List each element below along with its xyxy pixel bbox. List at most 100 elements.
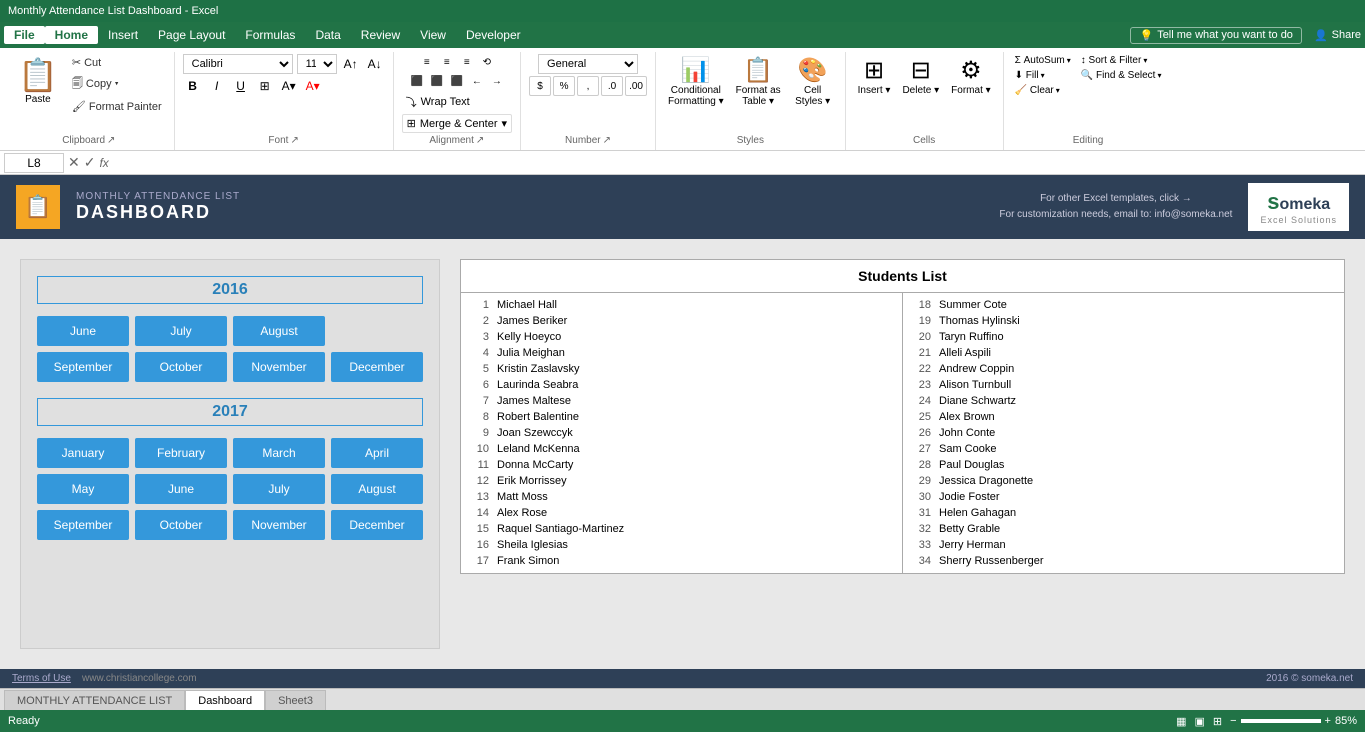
- fill-button[interactable]: ⬇ Fill▾: [1012, 69, 1074, 82]
- zoom-slider[interactable]: [1241, 719, 1321, 723]
- align-top-right-button[interactable]: ≡: [458, 54, 476, 70]
- month-sep-2017[interactable]: September: [37, 510, 129, 540]
- menu-formulas[interactable]: Formulas: [235, 26, 305, 44]
- menu-data[interactable]: Data: [305, 26, 350, 44]
- month-feb-2017[interactable]: February: [135, 438, 227, 468]
- month-apr-2017[interactable]: April: [331, 438, 423, 468]
- cancel-formula-icon[interactable]: ✕: [68, 154, 80, 171]
- year-2017-label: 2017: [37, 398, 423, 426]
- find-select-button[interactable]: 🔍 Find & Select▾: [1078, 69, 1165, 82]
- students-right-col: 18Summer Cote19Thomas Hylinski20Taryn Ru…: [903, 293, 1344, 573]
- menu-developer[interactable]: Developer: [456, 26, 531, 44]
- align-center-button[interactable]: ⬛: [428, 73, 446, 89]
- merge-center-button[interactable]: ⊞ Merge & Center ▾: [402, 114, 512, 133]
- underline-button[interactable]: U: [231, 76, 251, 96]
- currency-button[interactable]: $: [529, 76, 551, 96]
- orientation-button[interactable]: ⟲: [478, 54, 496, 70]
- indent-decrease-button[interactable]: ←: [468, 73, 486, 89]
- decrease-font-button[interactable]: A↓: [365, 54, 385, 74]
- month-oct-2017[interactable]: October: [135, 510, 227, 540]
- copy-button[interactable]: 🗐 Copy ▾: [68, 73, 166, 96]
- cut-button[interactable]: ✂ Cut: [68, 54, 166, 71]
- clipboard-expand-icon[interactable]: ↗: [107, 135, 115, 146]
- delete-button[interactable]: ⊟ Delete ▾: [898, 54, 943, 98]
- font-expand-icon[interactable]: ↗: [290, 135, 298, 146]
- cell-reference-input[interactable]: [4, 153, 64, 173]
- font-name-select[interactable]: Calibri: [183, 54, 293, 74]
- align-left-button[interactable]: ⬛: [408, 73, 426, 89]
- wrap-text-button[interactable]: ⤵ Wrap Text: [402, 92, 512, 112]
- menu-review[interactable]: Review: [351, 26, 410, 44]
- alignment-expand-icon[interactable]: ↗: [476, 135, 484, 146]
- conditional-formatting-button[interactable]: 📊 ConditionalFormatting ▾: [664, 54, 728, 109]
- terms-link[interactable]: Terms of Use: [12, 673, 71, 684]
- menu-insert[interactable]: Insert: [98, 26, 148, 44]
- insert-button[interactable]: ⊞ Insert ▾: [854, 54, 895, 98]
- increase-decimal-button[interactable]: .0: [601, 76, 623, 96]
- paste-button[interactable]: 📋 Paste: [12, 54, 64, 115]
- bold-button[interactable]: B: [183, 76, 203, 96]
- month-jun-2016[interactable]: June: [37, 316, 129, 346]
- menu-home[interactable]: Home: [45, 26, 98, 44]
- share-button[interactable]: 👤 Share: [1314, 29, 1361, 42]
- decrease-decimal-button[interactable]: .00: [625, 76, 647, 96]
- month-aug-2016[interactable]: August: [233, 316, 325, 346]
- month-nov-2017[interactable]: November: [233, 510, 325, 540]
- view-pagebreak-icon[interactable]: ⊞: [1213, 715, 1222, 728]
- format-as-table-button[interactable]: 📋 Format asTable ▾: [732, 54, 785, 109]
- month-jun-2017[interactable]: June: [135, 474, 227, 504]
- month-jul-2016[interactable]: July: [135, 316, 227, 346]
- tab-bar: MONTHLY ATTENDANCE LIST Dashboard Sheet3: [0, 688, 1365, 710]
- percent-button[interactable]: %: [553, 76, 575, 96]
- menu-page-layout[interactable]: Page Layout: [148, 26, 235, 44]
- month-sep-2016[interactable]: September: [37, 352, 129, 382]
- font-size-select[interactable]: 11: [297, 54, 337, 74]
- fill-color-button[interactable]: A▾: [279, 76, 299, 96]
- month-jan-2017[interactable]: January: [37, 438, 129, 468]
- font-row-1: Calibri 11 A↑ A↓: [183, 54, 385, 74]
- font-color-button[interactable]: A▾: [303, 76, 323, 96]
- someka-omeka: omeka: [1280, 196, 1331, 214]
- zoom-in-button[interactable]: +: [1325, 715, 1331, 727]
- number-expand-icon[interactable]: ↗: [603, 135, 611, 146]
- header-banner: 📋 MONTHLY ATTENDANCE LIST DASHBOARD For …: [0, 175, 1365, 239]
- view-layout-icon[interactable]: ▣: [1194, 715, 1204, 728]
- align-top-center-button[interactable]: ≡: [438, 54, 456, 70]
- zoom-out-button[interactable]: −: [1230, 715, 1236, 727]
- clear-button[interactable]: 🧹 Clear▾: [1012, 84, 1074, 97]
- month-dec-2017[interactable]: December: [331, 510, 423, 540]
- border-button[interactable]: ⊞: [255, 76, 275, 96]
- menu-view[interactable]: View: [410, 26, 456, 44]
- sort-filter-button[interactable]: ↕ Sort & Filter▾: [1078, 54, 1165, 67]
- styles-label: Styles: [737, 135, 764, 146]
- cell-styles-button[interactable]: 🎨 CellStyles ▾: [789, 54, 837, 109]
- number-format-select[interactable]: General: [538, 54, 638, 74]
- confirm-formula-icon[interactable]: ✓: [84, 154, 96, 171]
- format-painter-button[interactable]: 🖌 Format Painter: [68, 98, 166, 115]
- someka-subtitle: Excel Solutions: [1260, 215, 1337, 225]
- align-right-button[interactable]: ⬛: [448, 73, 466, 89]
- month-oct-2016[interactable]: October: [135, 352, 227, 382]
- align-top-left-button[interactable]: ≡: [418, 54, 436, 70]
- tell-me-search[interactable]: 💡 Tell me what you want to do: [1130, 27, 1301, 44]
- autosum-button[interactable]: Σ AutoSum▾: [1012, 54, 1074, 67]
- sheet-tab-attendance[interactable]: MONTHLY ATTENDANCE LIST: [4, 690, 185, 710]
- month-may-2017[interactable]: May: [37, 474, 129, 504]
- view-normal-icon[interactable]: ▦: [1176, 715, 1186, 728]
- menu-file[interactable]: File: [4, 26, 45, 44]
- month-nov-2016[interactable]: November: [233, 352, 325, 382]
- formula-input[interactable]: [113, 154, 1361, 172]
- number-group: General $ % , .0 .00 Number ↗: [521, 52, 656, 150]
- month-aug-2017[interactable]: August: [331, 474, 423, 504]
- comma-button[interactable]: ,: [577, 76, 599, 96]
- banner-right-line1: For other Excel templates, click →: [999, 191, 1232, 207]
- increase-font-button[interactable]: A↑: [341, 54, 361, 74]
- sheet-tab-sheet3[interactable]: Sheet3: [265, 690, 326, 710]
- indent-increase-button[interactable]: →: [488, 73, 506, 89]
- italic-button[interactable]: I: [207, 76, 227, 96]
- sheet-tab-dashboard[interactable]: Dashboard: [185, 690, 265, 710]
- month-dec-2016[interactable]: December: [331, 352, 423, 382]
- month-jul-2017[interactable]: July: [233, 474, 325, 504]
- month-mar-2017[interactable]: March: [233, 438, 325, 468]
- format-button[interactable]: ⚙ Format ▾: [947, 54, 994, 98]
